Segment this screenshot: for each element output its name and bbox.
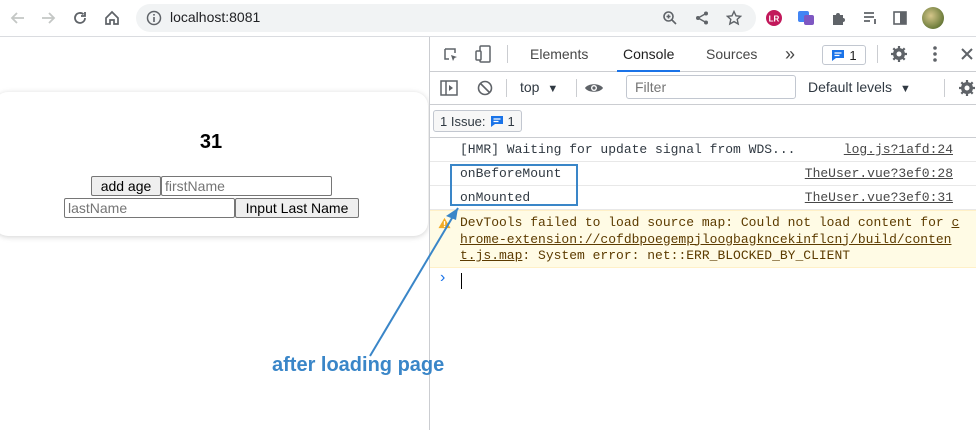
- clear-console-icon[interactable]: [476, 79, 494, 97]
- log-source-link[interactable]: TheUser.vue?3ef0:31: [805, 190, 953, 205]
- side-panel-icon[interactable]: [890, 8, 910, 28]
- close-devtools-icon[interactable]: [958, 45, 976, 63]
- puzzle-icon[interactable]: [828, 8, 848, 28]
- live-expression-eye-icon[interactable]: [584, 79, 604, 97]
- svg-text:LR: LR: [769, 15, 780, 24]
- chevron-down-icon: ▼: [547, 83, 559, 95]
- message-icon: [490, 115, 503, 127]
- last-name-input[interactable]: [64, 198, 235, 218]
- extension-icon-1[interactable]: LR: [764, 8, 784, 28]
- address-bar[interactable]: localhost:8081: [136, 4, 756, 32]
- more-options-icon[interactable]: [926, 45, 944, 63]
- console-settings-gear-icon[interactable]: [958, 79, 976, 97]
- log-source-link[interactable]: log.js?1afd:24: [844, 142, 953, 157]
- reload-icon[interactable]: [68, 6, 92, 30]
- console-filter-input[interactable]: [626, 75, 796, 99]
- url-text: localhost:8081: [170, 9, 261, 25]
- annotation-arrow: [369, 207, 459, 357]
- log-row: [HMR] Waiting for update signal from WDS…: [430, 138, 976, 162]
- context-label: top: [520, 79, 540, 95]
- chevron-down-icon: ▼: [899, 83, 911, 95]
- issues-chip[interactable]: 1 Issue: 1: [433, 110, 522, 132]
- warning-prefix: DevTools failed to load source map: Coul…: [460, 215, 952, 230]
- toolbar-divider: [576, 79, 577, 97]
- device-toolbar-icon[interactable]: [474, 45, 492, 63]
- age-value: 31: [199, 131, 223, 153]
- back-icon[interactable]: [6, 6, 30, 30]
- context-selector[interactable]: top ▼: [520, 79, 558, 95]
- devtools-tabbar: Elements Console Sources » 1: [430, 37, 976, 72]
- tab-sources[interactable]: Sources: [706, 37, 757, 71]
- issues-badge[interactable]: 1: [822, 45, 866, 65]
- inspect-element-icon[interactable]: [442, 46, 460, 64]
- log-message: [HMR] Waiting for update signal from WDS…: [460, 142, 796, 157]
- forward-icon[interactable]: [36, 6, 60, 30]
- issues-bar: 1 Issue: 1: [430, 105, 976, 138]
- tabbar-divider: [877, 45, 878, 63]
- console-log: [HMR] Waiting for update signal from WDS…: [430, 138, 976, 292]
- console-prompt-row[interactable]: ›: [430, 268, 976, 292]
- tab-search-icon[interactable]: [860, 8, 880, 28]
- log-levels-label: Default levels: [808, 79, 893, 95]
- zoom-icon[interactable]: [660, 10, 680, 26]
- show-sidebar-icon[interactable]: [440, 79, 458, 97]
- input-last-name-button[interactable]: Input Last Name: [235, 198, 359, 218]
- devtools-panel: Elements Console Sources » 1 top ▼ Filte…: [429, 37, 976, 430]
- settings-gear-icon[interactable]: [890, 45, 908, 63]
- toolbar-divider: [506, 79, 507, 97]
- annotation-text: after loading page: [272, 354, 445, 376]
- issues-count: 1: [507, 113, 515, 129]
- bookmark-star-icon[interactable]: [724, 10, 744, 26]
- warning-suffix: : System error: net::ERR_BLOCKED_BY_CLIE…: [522, 248, 851, 263]
- home-icon[interactable]: [100, 6, 124, 30]
- issues-label: 1 Issue:: [440, 113, 486, 129]
- issues-badge-count: 1: [849, 47, 857, 63]
- extension-icon-2[interactable]: [796, 8, 816, 28]
- add-age-button[interactable]: add age: [91, 176, 161, 196]
- share-icon[interactable]: [692, 10, 712, 26]
- toolbar-divider: [944, 79, 945, 97]
- warning-message: DevTools failed to load source map: Coul…: [460, 215, 960, 265]
- tab-elements[interactable]: Elements: [530, 37, 588, 71]
- info-icon[interactable]: [146, 10, 162, 26]
- tabbar-divider: [507, 45, 508, 63]
- profile-avatar[interactable]: [922, 7, 944, 29]
- message-icon: [832, 49, 845, 61]
- more-tabs-icon[interactable]: »: [785, 37, 795, 71]
- console-toolbar: top ▼ Default levels ▼: [430, 72, 976, 105]
- first-name-input[interactable]: [161, 176, 332, 196]
- log-levels-dropdown[interactable]: Default levels ▼: [808, 79, 911, 95]
- warning-row: DevTools failed to load source map: Coul…: [430, 210, 976, 268]
- tab-console[interactable]: Console: [616, 37, 681, 72]
- browser-toolbar: localhost:8081 LR: [0, 0, 976, 37]
- log-source-link[interactable]: TheUser.vue?3ef0:28: [805, 166, 953, 181]
